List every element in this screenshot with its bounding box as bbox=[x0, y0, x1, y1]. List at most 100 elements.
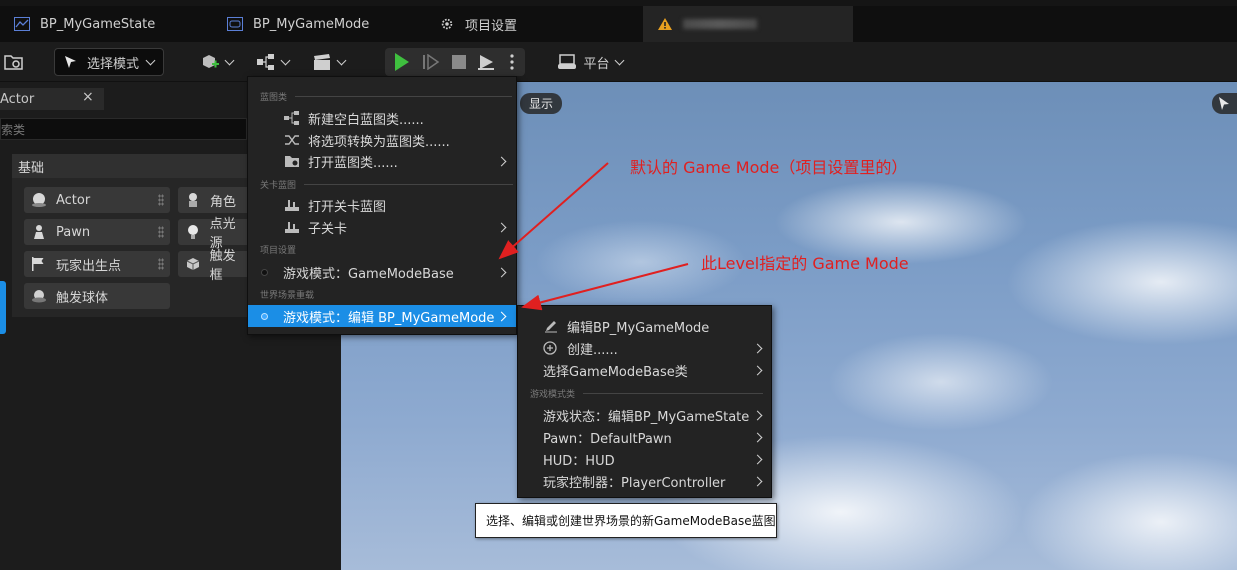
tab-label: Actor bbox=[0, 91, 35, 107]
submenu-item-hud[interactable]: HUD：HUD bbox=[518, 448, 771, 470]
submenu-arrow-icon bbox=[752, 454, 763, 465]
tab-label: 项目设置 bbox=[465, 18, 518, 34]
clapperboard-icon bbox=[313, 54, 330, 70]
cinematics-button[interactable] bbox=[308, 48, 348, 76]
drag-handle-icon[interactable] bbox=[158, 226, 164, 238]
menu-item-label: HUD：HUD bbox=[543, 453, 615, 469]
menu-item-label: 游戏状态：编辑BP_MyGameState bbox=[543, 409, 750, 425]
submenu-item-select-class[interactable]: 选择GameModeBase类 bbox=[518, 359, 771, 381]
search-placeholder: 索类 bbox=[1, 123, 26, 137]
menu-item-label: Pawn：DefaultPawn bbox=[543, 431, 672, 447]
select-mode-icon bbox=[65, 56, 76, 68]
annotation-default-game-mode: 默认的 Game Mode（项目设置里的） bbox=[630, 158, 908, 177]
section-title: 世界场景重载 bbox=[260, 291, 315, 301]
viewport-select-button[interactable] bbox=[1212, 93, 1237, 114]
item-label: Actor bbox=[56, 192, 91, 208]
play-controls bbox=[385, 48, 525, 76]
submenu-arrow-icon bbox=[496, 222, 507, 233]
menu-section-blueprint-classes: 蓝图类 bbox=[260, 90, 513, 103]
actor-item-character[interactable]: 角色 bbox=[178, 187, 248, 213]
light-bulb-icon bbox=[184, 224, 202, 240]
tab-place-actors[interactable]: Actor × bbox=[0, 88, 104, 110]
submenu-arrow-icon bbox=[752, 365, 763, 376]
mode-select-dropdown[interactable]: 选择模式 bbox=[54, 48, 164, 76]
submenu-item-player-controller[interactable]: 玩家控制器：PlayerController bbox=[518, 470, 771, 492]
annotation-level-game-mode: 此Level指定的 Game Mode bbox=[701, 254, 909, 273]
actor-item-trigger-box[interactable]: 触发框 bbox=[178, 249, 248, 283]
platform-devices-icon bbox=[558, 54, 577, 69]
blueprint-nodes-icon bbox=[284, 111, 299, 125]
menu-section-world-override: 世界场景重载 bbox=[260, 288, 314, 301]
level-blueprint-icon bbox=[285, 222, 299, 233]
menu-item-label: 创建...... bbox=[567, 342, 618, 358]
menu-item-label: 打开关卡蓝图 bbox=[308, 199, 387, 215]
chevron-down-icon bbox=[280, 55, 290, 65]
submenu-arrow-icon bbox=[752, 410, 763, 421]
menu-item-open-level-blueprint[interactable]: 打开关卡蓝图 bbox=[248, 194, 516, 216]
menu-item-sub-levels[interactable]: 子关卡 bbox=[248, 216, 516, 238]
content-browser-button[interactable] bbox=[0, 48, 28, 76]
platforms-button[interactable]: 平台 bbox=[555, 48, 625, 76]
submenu-section-game-mode-classes: 游戏模式类 bbox=[530, 387, 764, 400]
eject-icon[interactable] bbox=[477, 53, 495, 71]
submenu-arrow-icon bbox=[752, 432, 763, 443]
folder-open-icon bbox=[285, 156, 299, 167]
tab-level[interactable] bbox=[643, 6, 853, 42]
menu-item-label: 子关卡 bbox=[308, 221, 348, 237]
stop-icon[interactable] bbox=[452, 55, 466, 69]
submenu-item-create[interactable]: 创建...... bbox=[518, 337, 771, 359]
actor-item-actor[interactable]: Actor bbox=[24, 187, 170, 213]
radio-unselected-icon bbox=[261, 269, 268, 276]
pawn-icon bbox=[30, 224, 48, 240]
category-title: 基础 bbox=[18, 160, 45, 176]
menu-item-open-blueprint-class[interactable]: 打开蓝图类...... bbox=[248, 150, 516, 172]
blueprints-dropdown-menu: 蓝图类 新建空白蓝图类...... 将选项转换为蓝图类...... 打开蓝图类.… bbox=[247, 76, 517, 335]
play-icon[interactable] bbox=[395, 53, 409, 71]
actor-item-trigger-sphere[interactable]: 触发球体 bbox=[24, 283, 170, 309]
menu-item-new-empty-blueprint[interactable]: 新建空白蓝图类...... bbox=[248, 107, 516, 129]
chevron-down-icon bbox=[614, 55, 624, 65]
menu-item-label: 选择GameModeBase类 bbox=[543, 364, 688, 380]
actor-item-pawn[interactable]: Pawn bbox=[24, 219, 170, 245]
search-input[interactable]: 索类 bbox=[0, 118, 247, 140]
radio-selected-icon bbox=[261, 313, 268, 320]
submenu-item-edit-gamemode[interactable]: 编辑BP_MyGameMode bbox=[518, 315, 771, 337]
menu-item-label: 将选项转换为蓝图类...... bbox=[308, 134, 450, 150]
section-divider bbox=[295, 96, 513, 97]
viewport-show-button[interactable]: 显示 bbox=[520, 93, 562, 114]
menu-item-convert-selection[interactable]: 将选项转换为蓝图类...... bbox=[248, 129, 516, 151]
submenu-item-game-state[interactable]: 游戏状态：编辑BP_MyGameState bbox=[518, 404, 771, 426]
level-warning-icon bbox=[658, 18, 672, 30]
skip-frame-icon[interactable] bbox=[422, 54, 440, 70]
close-icon[interactable]: × bbox=[82, 89, 94, 105]
section-divider bbox=[583, 393, 764, 394]
submenu-arrow-icon bbox=[496, 267, 507, 278]
drag-handle-icon[interactable] bbox=[158, 258, 164, 270]
tab-project-settings[interactable]: 项目设置 bbox=[425, 6, 635, 42]
menu-item-world-game-mode[interactable]: 游戏模式：编辑 BP_MyGameMode bbox=[248, 305, 516, 327]
chevron-down-icon bbox=[224, 55, 234, 65]
blueprints-button[interactable] bbox=[252, 48, 292, 76]
actor-sphere-icon bbox=[30, 192, 48, 208]
trigger-box-icon bbox=[184, 256, 202, 272]
actor-item-player-start[interactable]: 玩家出生点 bbox=[24, 251, 170, 277]
section-divider bbox=[304, 184, 514, 185]
submenu-arrow-icon bbox=[496, 311, 507, 322]
basic-category-header[interactable]: 基础 bbox=[12, 154, 247, 178]
drag-handle-icon[interactable] bbox=[158, 194, 164, 206]
submenu-arrow-icon bbox=[752, 343, 763, 354]
tab-bp-mygamemode[interactable]: BP_MyGameMode bbox=[213, 6, 423, 42]
more-options-icon[interactable] bbox=[509, 52, 515, 72]
add-actor-icon bbox=[202, 55, 219, 68]
add-actor-button[interactable] bbox=[196, 48, 236, 76]
blurred-level-name bbox=[683, 19, 757, 29]
actor-item-point-light[interactable]: 点光源 bbox=[178, 217, 248, 251]
tab-bp-mygamestate[interactable]: BP_MyGameState bbox=[0, 6, 200, 42]
menu-section-level-blueprint: 关卡蓝图 bbox=[260, 178, 514, 191]
item-label: 角色 bbox=[210, 194, 237, 210]
menu-item-label: 游戏模式：GameModeBase bbox=[283, 266, 454, 282]
submenu-item-pawn[interactable]: Pawn：DefaultPawn bbox=[518, 426, 771, 448]
platforms-label: 平台 bbox=[583, 56, 610, 72]
menu-item-project-game-mode[interactable]: 游戏模式：GameModeBase bbox=[248, 261, 516, 283]
cursor-arrow-icon bbox=[1219, 97, 1229, 110]
